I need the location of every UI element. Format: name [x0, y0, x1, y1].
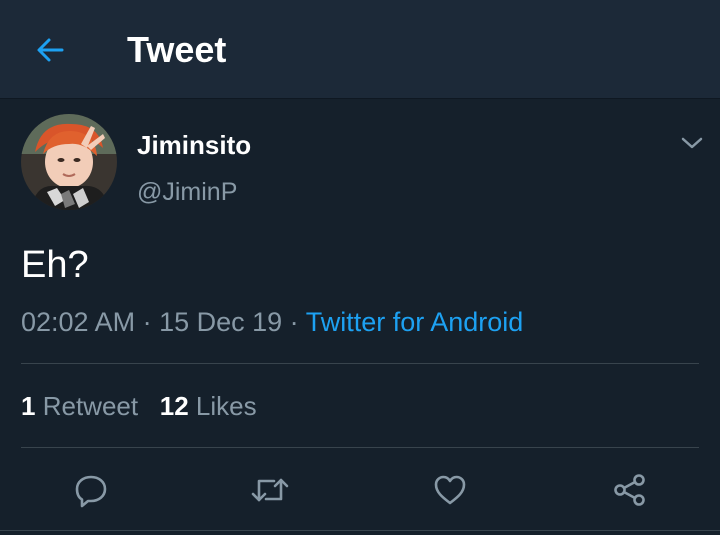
likes-label: Likes	[195, 391, 257, 421]
tweet-date: 15 Dec 19	[159, 307, 283, 337]
arrow-left-icon	[37, 38, 64, 62]
likes-stat[interactable]: 12 Likes	[160, 391, 257, 421]
page-title: Tweet	[127, 29, 227, 70]
divider	[21, 447, 699, 448]
like-button[interactable]	[428, 468, 472, 512]
divider	[0, 530, 720, 531]
chevron-down-icon	[681, 137, 703, 149]
tweet-text: Eh?	[21, 244, 89, 286]
user-handle[interactable]: @JiminP	[137, 176, 237, 208]
tweet-actions	[0, 462, 720, 516]
retweets-count: 1	[21, 391, 36, 421]
header-bar: Tweet	[0, 0, 720, 99]
display-name[interactable]: Jiminsito	[137, 129, 251, 161]
tweet-stats: 1 Retweet 12 Likes	[21, 389, 257, 423]
meta-separator: ·	[282, 307, 306, 337]
avatar-image	[21, 114, 117, 210]
heart-icon	[434, 475, 466, 505]
back-button[interactable]	[30, 30, 70, 70]
retweet-icon	[251, 478, 289, 502]
tweet-menu-button[interactable]	[675, 128, 709, 158]
avatar[interactable]	[21, 114, 117, 210]
likes-count: 12	[159, 391, 189, 421]
tweet-source-link[interactable]: Twitter for Android	[306, 307, 524, 337]
divider	[21, 363, 699, 364]
retweets-stat[interactable]: 1 Retweet	[21, 391, 138, 421]
tweet-meta: 02:02 AM · 15 Dec 19 · Twitter for Andro…	[21, 305, 523, 339]
retweet-button[interactable]	[248, 468, 292, 512]
reply-button[interactable]	[69, 468, 113, 512]
reply-icon	[75, 475, 107, 508]
meta-separator: ·	[135, 307, 160, 337]
retweets-label: Retweet	[42, 391, 139, 421]
share-button[interactable]	[608, 468, 652, 512]
share-icon	[614, 474, 645, 506]
tweet-time: 02:02 AM	[21, 307, 136, 337]
